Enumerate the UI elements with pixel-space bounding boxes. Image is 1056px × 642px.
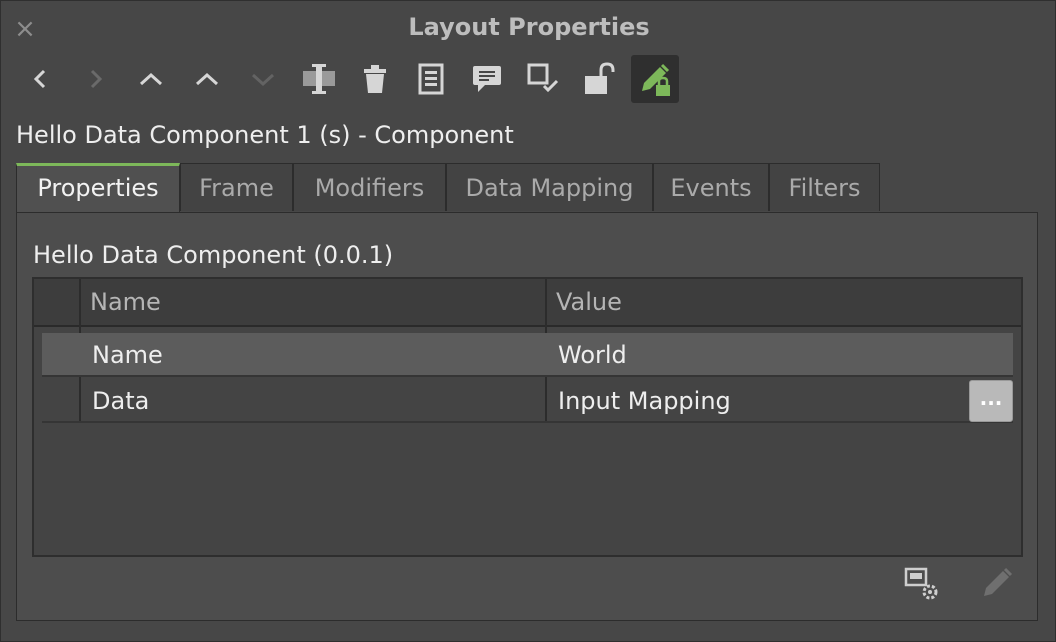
move-top-button[interactable]	[183, 55, 231, 103]
document-icon	[418, 63, 444, 95]
chevron-down-icon	[251, 73, 275, 87]
row-name: Data	[92, 387, 150, 415]
chevron-right-icon	[90, 69, 103, 89]
tab-modifiers[interactable]: Modifiers	[293, 163, 446, 211]
title-bar: × Layout Properties	[1, 1, 1056, 57]
move-up-button[interactable]	[127, 55, 175, 103]
edit-lock-icon	[642, 63, 670, 96]
back-button[interactable]	[17, 55, 65, 103]
edit-button[interactable]	[977, 563, 1017, 603]
component-title: Hello Data Component 1 (s) - Component	[16, 121, 514, 149]
chevron-up-icon	[139, 72, 163, 86]
document-button[interactable]	[407, 55, 455, 103]
row-value[interactable]: World	[548, 333, 1013, 377]
move-down-button[interactable]	[239, 55, 287, 103]
ellipsis-button[interactable]: ...	[969, 380, 1013, 422]
settings-window-icon	[904, 567, 938, 600]
properties-panel: Hello Data Component (0.0.1) Name Value …	[16, 212, 1038, 621]
pencil-icon	[984, 567, 1013, 596]
tab-frame[interactable]: Frame	[180, 163, 293, 211]
delete-button[interactable]	[351, 55, 399, 103]
unlock-button[interactable]	[575, 55, 623, 103]
comment-button[interactable]	[463, 55, 511, 103]
unlock-icon	[585, 62, 615, 94]
tab-events[interactable]: Events	[653, 163, 769, 211]
tab-filters[interactable]: Filters	[769, 163, 880, 211]
window-title: Layout Properties	[408, 13, 650, 41]
row-name: Name	[92, 341, 163, 369]
row-value[interactable]: Input Mapping	[548, 379, 968, 423]
grid-header: Name Value	[34, 279, 1021, 327]
align-center-icon	[303, 64, 335, 94]
chevron-up-alt-icon	[195, 72, 219, 86]
layout-properties-window: × Layout Properties Hello Data Component…	[0, 0, 1056, 642]
tab-properties[interactable]: Properties	[16, 163, 180, 213]
edit-lock-button[interactable]	[631, 55, 679, 103]
toolbar	[15, 55, 715, 105]
column-header-name: Name	[90, 288, 161, 316]
forward-button[interactable]	[71, 55, 119, 103]
section-title: Hello Data Component (0.0.1)	[33, 241, 394, 269]
align-button[interactable]	[295, 55, 343, 103]
table-row[interactable]: Data Input Mapping ...	[42, 379, 1013, 423]
comment-icon	[473, 66, 501, 92]
table-row[interactable]: Name World	[42, 333, 1013, 377]
trash-icon	[364, 65, 386, 93]
settings-window-button[interactable]	[901, 563, 941, 603]
tab-data-mapping[interactable]: Data Mapping	[446, 163, 653, 211]
column-header-value: Value	[556, 288, 622, 316]
property-grid: Name Value Name World Data Input Mapping…	[32, 277, 1023, 557]
checkbox-check-icon	[527, 63, 559, 93]
select-button[interactable]	[519, 55, 567, 103]
chevron-left-icon	[33, 69, 46, 89]
